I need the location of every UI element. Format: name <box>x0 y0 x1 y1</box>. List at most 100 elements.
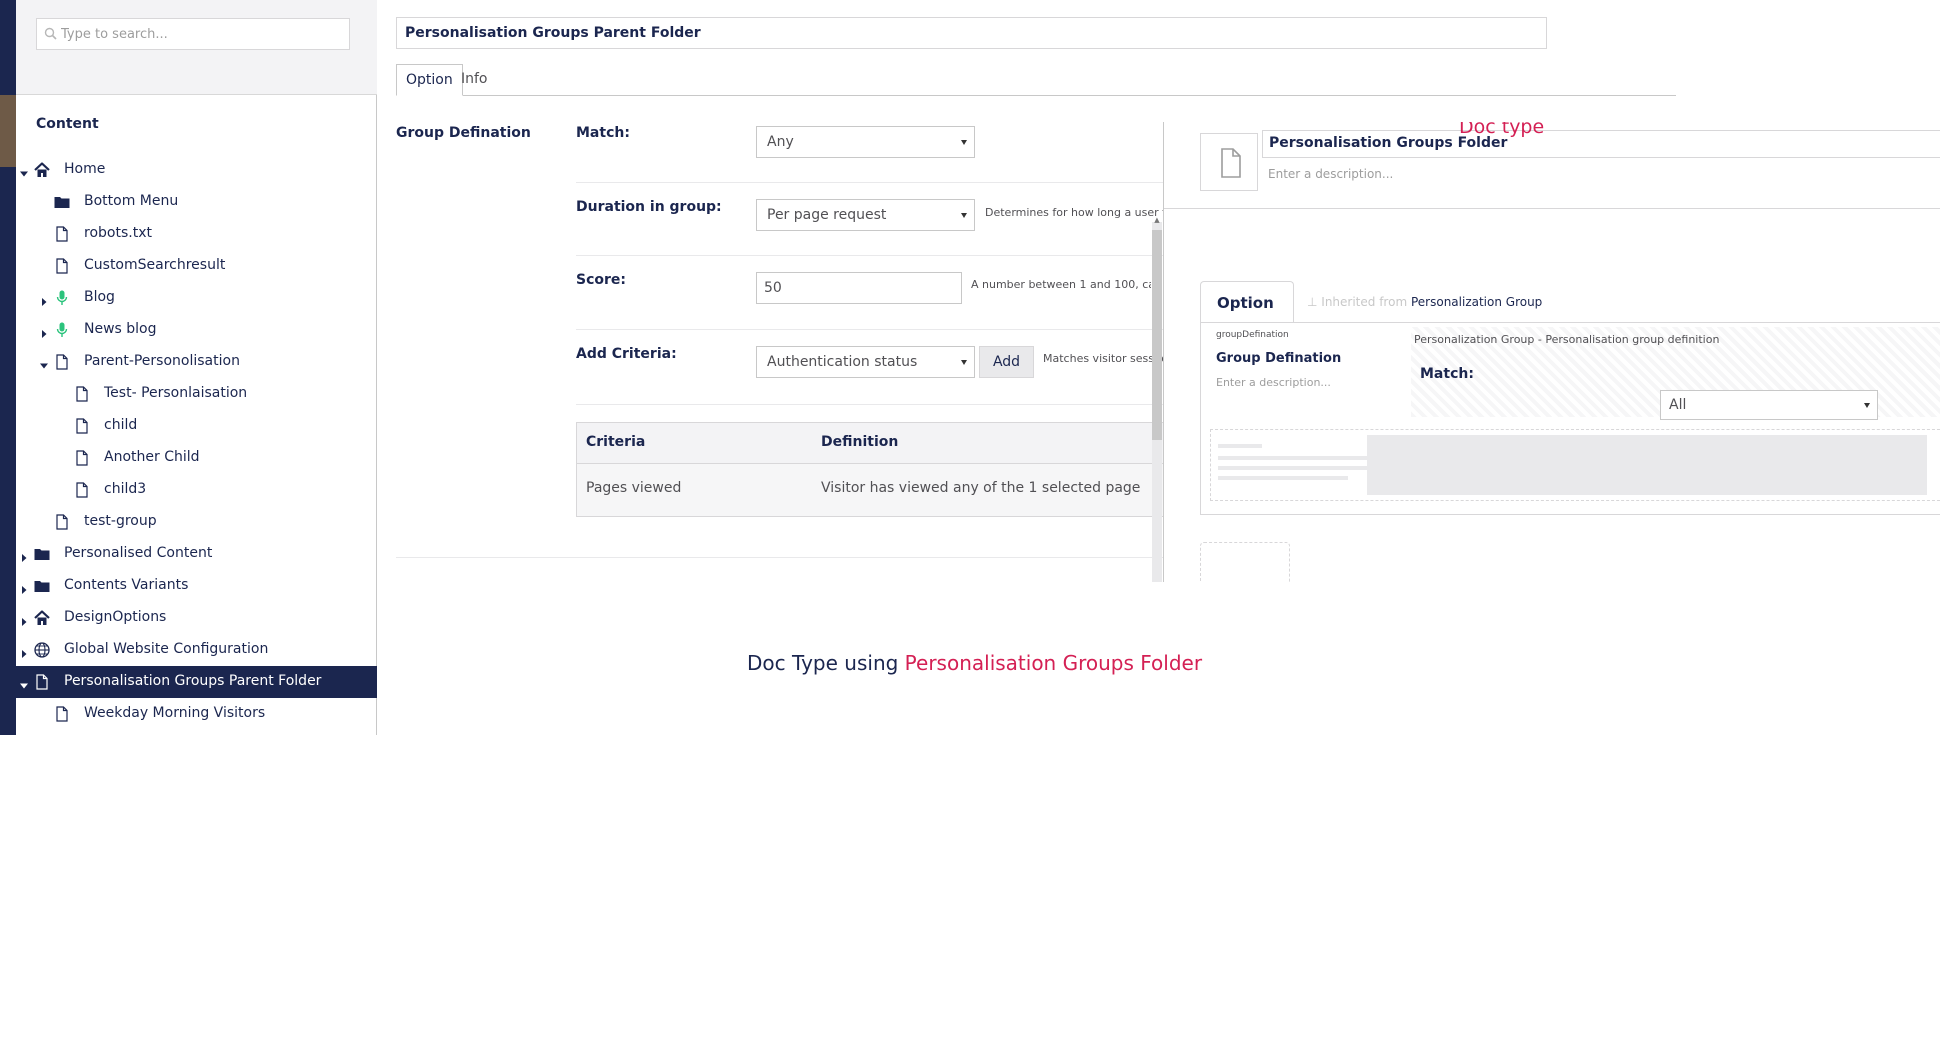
tree-item[interactable]: Parent-Personolisation <box>16 346 377 378</box>
tree-item-label: Bottom Menu <box>84 193 179 209</box>
tree-item-label: child3 <box>104 481 147 497</box>
tree-item[interactable]: Another Child <box>16 442 377 474</box>
duration-select-value: Per page request <box>767 207 887 223</box>
tree-item[interactable]: test-group <box>16 506 377 538</box>
home-icon <box>33 609 51 627</box>
document-icon <box>53 257 71 275</box>
tree-item-label: Weekday Morning Visitors <box>84 705 266 721</box>
tree-item[interactable]: Contents Variants <box>16 570 377 602</box>
doctype-name-input[interactable]: Personalisation Groups Folder <box>1262 130 1940 158</box>
document-icon <box>33 673 51 691</box>
tree-item[interactable]: Blog <box>16 282 377 314</box>
tree-item-label: Contents Variants <box>64 577 189 593</box>
tree-item[interactable]: Weekday Morning Visitors <box>16 698 377 730</box>
tree-item[interactable]: Home <box>16 154 377 186</box>
tree-item[interactable]: Test- Personlaisation <box>16 378 377 410</box>
add-group-placeholder[interactable] <box>1200 542 1290 582</box>
chevron-down-icon <box>1864 403 1870 408</box>
criteria-table-header: Criteria Definition <box>577 423 1167 464</box>
document-icon <box>53 513 71 531</box>
search-box[interactable] <box>36 18 350 50</box>
tree-item[interactable]: CustomSearchresult <box>16 250 377 282</box>
tree-item[interactable]: Personalised Content <box>16 538 377 570</box>
home-icon <box>33 161 51 179</box>
search-input[interactable] <box>61 19 341 49</box>
tree-item-label: DesignOptions <box>64 609 167 625</box>
tree-item-label: Global Website Configuration <box>64 641 269 657</box>
property-alias: groupDefination <box>1216 330 1289 340</box>
doctype-icon-picker[interactable] <box>1200 133 1258 191</box>
inherited-icon: ⊥ <box>1307 295 1322 309</box>
tree-item[interactable]: News blog <box>16 314 377 346</box>
criteria-select[interactable]: Authentication status <box>756 346 975 378</box>
inherited-source[interactable]: Personalization Group <box>1411 295 1542 309</box>
globe-icon <box>33 641 51 659</box>
column-header: Criteria <box>586 434 646 450</box>
tree-item-label: CustomSearchresult <box>84 257 226 273</box>
scrollbar-thumb[interactable] <box>1152 230 1162 440</box>
scroll-up-icon[interactable]: ▲ <box>1152 216 1162 224</box>
match-select[interactable]: Any <box>756 126 975 158</box>
tab-info[interactable]: Info <box>452 64 497 96</box>
tree-item-label: Personalisation Groups Parent Folder <box>64 673 322 689</box>
doctype-annotation: Doc type <box>1459 122 1545 138</box>
caret-down-icon[interactable] <box>20 678 28 689</box>
tree-item-label: Personalised Content <box>64 545 213 561</box>
tree-item[interactable]: Personalisation Groups Parent Folder <box>16 666 377 698</box>
tree-item-label: robots.txt <box>84 225 152 241</box>
caret-down-icon[interactable] <box>20 166 28 177</box>
node-name-input[interactable] <box>396 17 1547 49</box>
doctype-description[interactable]: Enter a description... <box>1268 167 1393 181</box>
tree-item[interactable]: Bottom Menu <box>16 186 377 218</box>
chevron-down-icon <box>961 360 967 365</box>
tree-item[interactable]: Global Website Configuration <box>16 634 377 666</box>
caret-right-icon[interactable] <box>40 326 48 338</box>
duration-help: Determines for how long a user th <box>985 206 1165 219</box>
inherited-note: ⊥ Inherited from Personalization Group <box>1307 295 1542 309</box>
property-definition: Personalization Group - Personalisation … <box>1414 333 1720 346</box>
group-label: Group Defination <box>396 125 531 141</box>
tree-item[interactable]: child3 <box>16 474 377 506</box>
folder-icon <box>33 577 51 595</box>
document-icon <box>53 353 71 371</box>
document-icon <box>73 385 91 403</box>
doctype-tab-option[interactable]: Option <box>1200 281 1294 323</box>
caret-right-icon[interactable] <box>20 550 28 562</box>
duration-select[interactable]: Per page request <box>756 199 975 231</box>
tree-item[interactable]: DesignOptions <box>16 602 377 634</box>
tree-item[interactable]: child <box>16 410 377 442</box>
match-label: Match: <box>576 125 630 141</box>
caret-right-icon[interactable] <box>20 646 28 658</box>
column-header: Definition <box>821 434 899 450</box>
screenshot-caption: Doc Type using Personalisation Groups Fo… <box>747 651 1202 675</box>
tree-section-title: Content <box>36 116 99 132</box>
document-icon <box>73 449 91 467</box>
preview-match-value: All <box>1669 397 1687 413</box>
add-criteria-label: Add Criteria: <box>576 346 677 362</box>
document-icon <box>53 225 71 243</box>
tree-item-label: News blog <box>84 321 157 337</box>
caret-right-icon[interactable] <box>20 614 28 626</box>
property-description[interactable]: Enter a description... <box>1216 376 1331 389</box>
caption-highlight: Personalisation Groups Folder <box>904 651 1203 675</box>
caret-right-icon[interactable] <box>40 294 48 306</box>
folder-icon <box>53 193 71 211</box>
microphone-icon <box>53 289 71 307</box>
document-icon <box>73 417 91 435</box>
caret-down-icon[interactable] <box>40 358 48 369</box>
duration-label: Duration in group: <box>576 199 722 215</box>
app-frame: Content Home Bottom Menu robots.txt CustomS… <box>0 0 1940 735</box>
document-icon <box>73 481 91 499</box>
score-input[interactable] <box>756 272 962 304</box>
doctype-screenshot: Personalisation Groups Folder Enter a de… <box>1163 122 1940 582</box>
left-strip <box>0 0 16 735</box>
folder-icon <box>33 545 51 563</box>
preview-match-label: Match: <box>1420 366 1474 382</box>
document-icon <box>1221 148 1241 178</box>
tree-item[interactable]: robots.txt <box>16 218 377 250</box>
add-criteria-button[interactable]: Add <box>979 346 1034 378</box>
caret-right-icon[interactable] <box>20 582 28 594</box>
section-divider <box>396 557 1166 558</box>
property-name[interactable]: Group Defination <box>1216 351 1341 366</box>
chevron-down-icon <box>961 213 967 218</box>
